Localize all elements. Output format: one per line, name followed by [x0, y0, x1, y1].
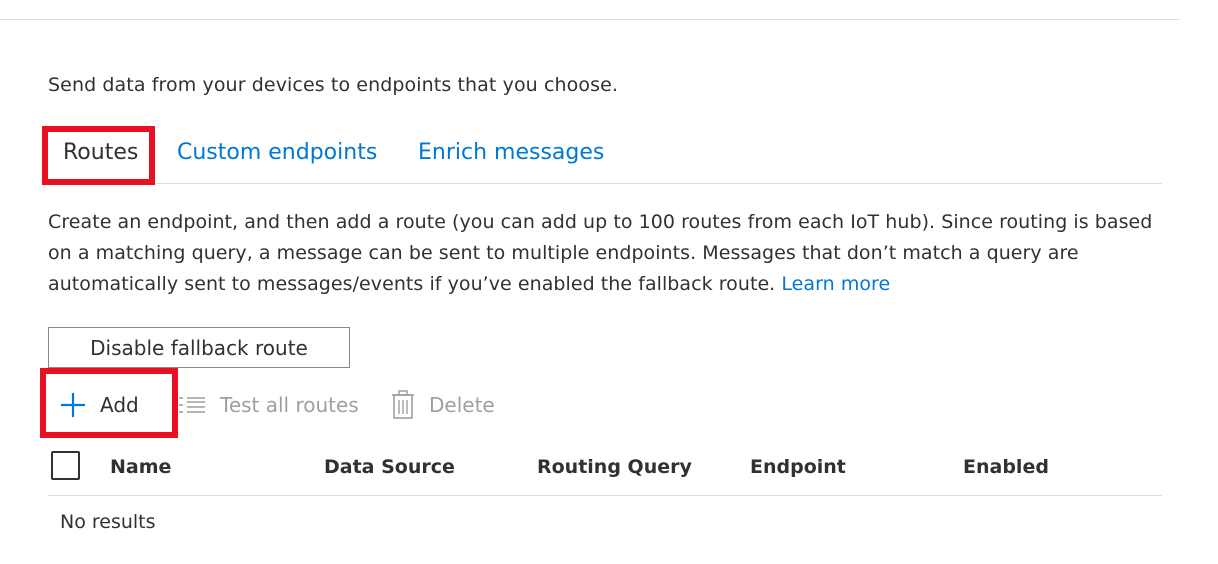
add-route-button[interactable]: Add — [60, 386, 139, 424]
column-header-data-source[interactable]: Data Source — [324, 456, 455, 478]
tab-enrich-messages[interactable]: Enrich messages — [418, 140, 604, 165]
tab-custom-endpoints[interactable]: Custom endpoints — [177, 140, 377, 165]
tab-routes[interactable]: Routes — [63, 140, 138, 165]
no-results-message: No results — [60, 511, 156, 533]
routing-page: Send data from your devices to endpoints… — [0, 0, 1218, 564]
routing-description: Create an endpoint, and then add a route… — [48, 207, 1158, 300]
column-header-endpoint[interactable]: Endpoint — [750, 456, 846, 478]
column-header-name[interactable]: Name — [110, 456, 171, 478]
learn-more-link[interactable]: Learn more — [781, 273, 890, 295]
list-icon — [178, 393, 206, 417]
select-all-checkbox[interactable] — [51, 451, 80, 480]
tab-bar: Routes Custom endpoints Enrich messages — [48, 126, 1162, 184]
top-divider — [0, 19, 1180, 20]
delete-label: Delete — [429, 393, 495, 417]
intro-text: Send data from your devices to endpoints… — [48, 74, 619, 96]
delete-route-button[interactable]: Delete — [391, 386, 495, 424]
column-header-enabled[interactable]: Enabled — [963, 456, 1049, 478]
trash-icon — [391, 390, 415, 420]
description-text: Create an endpoint, and then add a route… — [48, 211, 1153, 295]
disable-fallback-route-button[interactable]: Disable fallback route — [48, 327, 350, 368]
plus-icon — [60, 392, 86, 418]
test-all-routes-label: Test all routes — [220, 393, 359, 417]
add-label: Add — [100, 393, 139, 417]
test-all-routes-button[interactable]: Test all routes — [178, 386, 359, 424]
column-header-routing-query[interactable]: Routing Query — [537, 456, 692, 478]
routes-table-header: Name Data Source Routing Query Endpoint … — [48, 447, 1162, 496]
